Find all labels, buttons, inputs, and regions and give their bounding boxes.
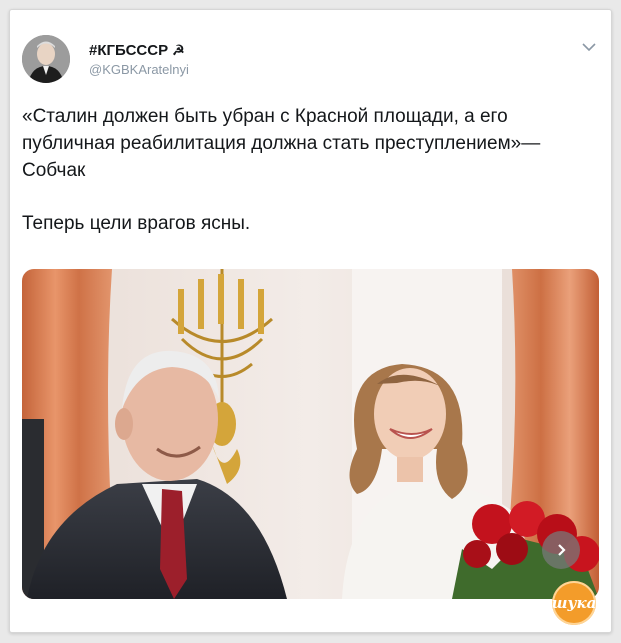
avatar-portrait-icon <box>22 35 70 83</box>
tweet-text: «Сталин должен быть убран с Красной площ… <box>22 103 602 237</box>
watermark-logo: шука <box>552 581 596 625</box>
chevron-down-icon[interactable] <box>580 40 598 54</box>
author-avatar[interactable] <box>22 35 70 83</box>
tweet-text-comment: Теперь цели врагов ясны. <box>22 213 251 234</box>
author-name-text: #КГБСССР <box>89 42 169 59</box>
photo-illustration <box>22 269 599 599</box>
tweet-text-quote: «Сталин должен быть убран с Красной площ… <box>22 106 541 181</box>
tweet-card: #КГБСССР ☭ @KGBKAratelnyi «Сталин должен… <box>9 9 612 633</box>
media-next-button[interactable] <box>542 531 580 569</box>
watermark-text: шука <box>551 594 597 612</box>
chevron-right-icon <box>558 544 566 556</box>
author-name[interactable]: #КГБСССР ☭ <box>89 42 185 59</box>
tweet-photo[interactable] <box>22 269 599 599</box>
author-handle[interactable]: @KGBKAratelnyi <box>89 62 189 77</box>
hammer-sickle-icon: ☭ <box>172 42 185 58</box>
